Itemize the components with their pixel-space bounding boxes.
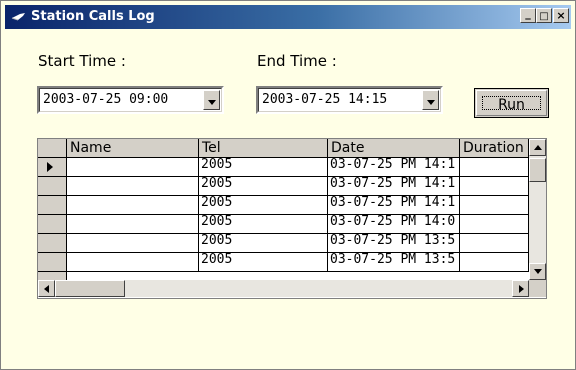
cell-name[interactable] — [67, 253, 199, 272]
column-header-name[interactable]: Name — [67, 139, 199, 158]
window-title: Station Calls Log — [31, 9, 155, 24]
cell-tel[interactable]: 2005 — [199, 158, 328, 177]
maximize-icon: □ — [539, 11, 549, 22]
column-header-tel[interactable]: Tel — [199, 139, 328, 158]
horizontal-scrollbar[interactable] — [38, 280, 529, 297]
cell-duration[interactable] — [460, 196, 529, 215]
close-icon: × — [556, 9, 566, 22]
scroll-left-button[interactable] — [38, 280, 55, 297]
cell-tel[interactable]: 2005 — [199, 177, 328, 196]
cell-name[interactable] — [67, 234, 199, 253]
end-time-label: End Time : — [257, 52, 337, 70]
cell-name[interactable] — [67, 177, 199, 196]
title-bar[interactable]: Station Calls Log _ □ × — [5, 5, 571, 29]
end-time-dropdown-button[interactable] — [422, 90, 439, 110]
end-time-value: 2003-07-25 14:15 — [262, 92, 388, 107]
row-selector[interactable] — [38, 158, 67, 177]
run-button-label: Run — [482, 96, 541, 113]
app-icon — [11, 13, 25, 21]
column-header-duration[interactable]: Duration — [460, 139, 529, 158]
maximize-button[interactable]: □ — [536, 8, 552, 23]
cell-date[interactable]: 03-07-25 PM 13:5 — [328, 253, 460, 272]
vertical-scrollbar[interactable] — [529, 139, 546, 280]
row-selector[interactable] — [38, 234, 67, 253]
minimize-icon: _ — [525, 7, 531, 20]
column-header-date[interactable]: Date — [328, 139, 460, 158]
calls-grid[interactable]: Name Tel Date Duration 2005 03-07-25 PM … — [37, 138, 547, 299]
vertical-scroll-thumb[interactable] — [529, 158, 546, 182]
row-selector[interactable] — [38, 253, 67, 272]
grid-corner-header — [38, 139, 67, 158]
cell-date[interactable]: 03-07-25 PM 14:1 — [328, 196, 460, 215]
end-time-combo[interactable]: 2003-07-25 14:15 — [256, 86, 443, 114]
cell-tel[interactable]: 2005 — [199, 196, 328, 215]
current-row-pointer-icon — [47, 162, 53, 172]
run-button[interactable]: Run — [474, 88, 549, 118]
station-calls-window: Station Calls Log _ □ × Start Time : End… — [0, 0, 576, 370]
chevron-down-icon — [208, 100, 216, 105]
cell-name[interactable] — [67, 196, 199, 215]
cell-tel[interactable]: 2005 — [199, 234, 328, 253]
cell-date[interactable]: 03-07-25 PM 14:1 — [328, 177, 460, 196]
chevron-down-icon — [427, 100, 435, 105]
minimize-button[interactable]: _ — [520, 7, 536, 23]
cell-tel[interactable]: 2005 — [199, 215, 328, 234]
row-selector[interactable] — [38, 196, 67, 215]
cell-name[interactable] — [67, 158, 199, 177]
close-button[interactable]: × — [553, 8, 569, 23]
row-selector[interactable] — [38, 215, 67, 234]
horizontal-scroll-thumb[interactable] — [55, 280, 125, 297]
scroll-up-button[interactable] — [529, 139, 546, 156]
cell-name[interactable] — [67, 215, 199, 234]
scrollbar-corner — [529, 280, 546, 297]
start-time-label: Start Time : — [38, 52, 126, 70]
arrow-down-icon — [534, 269, 542, 274]
cell-duration[interactable] — [460, 253, 529, 272]
cell-duration[interactable] — [460, 215, 529, 234]
cell-duration[interactable] — [460, 177, 529, 196]
scroll-right-button[interactable] — [512, 280, 529, 297]
arrow-up-icon — [534, 145, 542, 150]
cell-date[interactable]: 03-07-25 PM 13:5 — [328, 234, 460, 253]
start-time-dropdown-button[interactable] — [203, 90, 220, 110]
start-time-combo[interactable]: 2003-07-25 09:00 — [37, 86, 224, 114]
row-selector[interactable] — [38, 177, 67, 196]
cell-duration[interactable] — [460, 158, 529, 177]
start-time-value: 2003-07-25 09:00 — [43, 92, 169, 107]
cell-date[interactable]: 03-07-25 PM 14:1 — [328, 158, 460, 177]
scroll-down-button[interactable] — [529, 263, 546, 280]
arrow-right-icon — [519, 285, 524, 293]
cell-tel[interactable]: 2005 — [199, 253, 328, 272]
cell-duration[interactable] — [460, 234, 529, 253]
cell-date[interactable]: 03-07-25 PM 14:0 — [328, 215, 460, 234]
arrow-left-icon — [44, 285, 49, 293]
